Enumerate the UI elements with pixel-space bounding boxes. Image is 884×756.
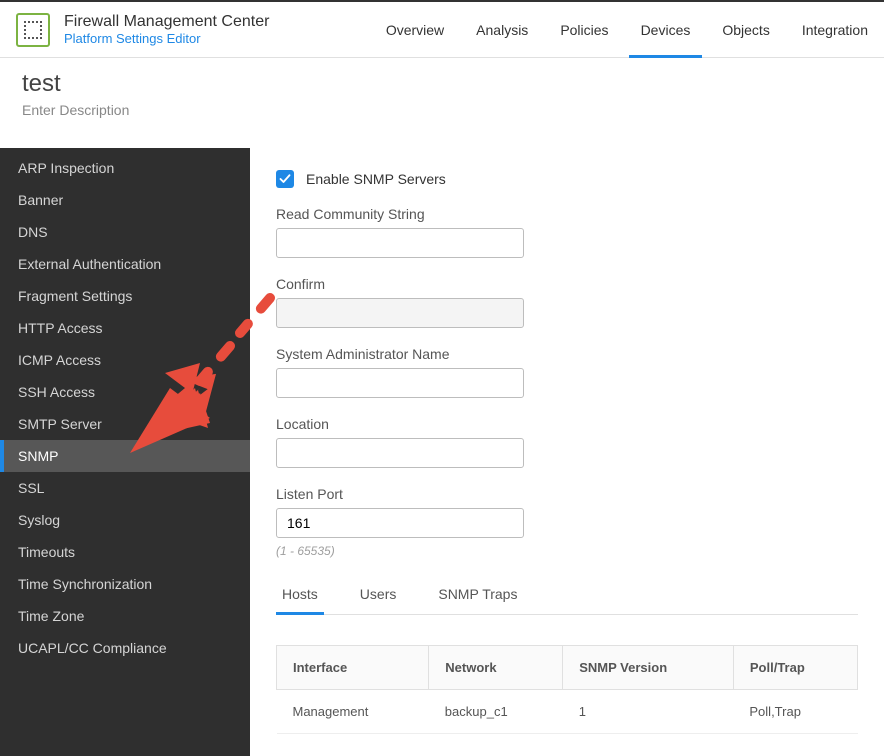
nav-menu: Overview Analysis Policies Devices Objec…	[386, 4, 868, 56]
sidebar-item-external-authentication[interactable]: External Authentication	[0, 248, 250, 280]
enable-snmp-row: Enable SNMP Servers	[276, 170, 858, 188]
sidebar-item-ssl[interactable]: SSL	[0, 472, 250, 504]
page-header: test Enter Description	[0, 58, 884, 148]
tab-users[interactable]: Users	[354, 576, 403, 614]
location-input[interactable]	[276, 438, 524, 468]
sidebar-item-ssh-access[interactable]: SSH Access	[0, 376, 250, 408]
location-label: Location	[276, 416, 858, 432]
app-title-block: Firewall Management Center Platform Sett…	[64, 12, 269, 47]
listen-port-input[interactable]	[276, 508, 524, 538]
nav-integration[interactable]: Integration	[802, 4, 868, 56]
listen-port-label: Listen Port	[276, 486, 858, 502]
read-community-input[interactable]	[276, 228, 524, 258]
enable-snmp-label: Enable SNMP Servers	[306, 171, 446, 187]
hosts-table: Interface Network SNMP Version Poll/Trap…	[276, 645, 858, 734]
sidebar-item-http-access[interactable]: HTTP Access	[0, 312, 250, 344]
sidebar-item-icmp-access[interactable]: ICMP Access	[0, 344, 250, 376]
nav-overview[interactable]: Overview	[386, 4, 444, 56]
sidebar-item-ucapl-cc-compliance[interactable]: UCAPL/CC Compliance	[0, 632, 250, 664]
sidebar-item-fragment-settings[interactable]: Fragment Settings	[0, 280, 250, 312]
sidebar-item-banner[interactable]: Banner	[0, 184, 250, 216]
cell-poll-trap: Poll,Trap	[733, 690, 857, 734]
confirm-label: Confirm	[276, 276, 858, 292]
sidebar: ARP Inspection Banner DNS External Authe…	[0, 148, 250, 756]
sysadmin-input[interactable]	[276, 368, 524, 398]
main-panel: Enable SNMP Servers Read Community Strin…	[250, 148, 884, 756]
sysadmin-label: System Administrator Name	[276, 346, 858, 362]
app-logo-icon	[16, 13, 50, 47]
sidebar-item-snmp[interactable]: SNMP	[0, 440, 250, 472]
content-area: ARP Inspection Banner DNS External Authe…	[0, 148, 884, 756]
table-row[interactable]: Management backup_c1 1 Poll,Trap	[277, 690, 858, 734]
table-header-row: Interface Network SNMP Version Poll/Trap	[277, 646, 858, 690]
nav-devices[interactable]: Devices	[641, 4, 691, 56]
nav-policies[interactable]: Policies	[560, 4, 608, 56]
th-network: Network	[429, 646, 563, 690]
listen-port-hint: (1 - 65535)	[276, 544, 858, 558]
sidebar-item-time-zone[interactable]: Time Zone	[0, 600, 250, 632]
sidebar-item-timeouts[interactable]: Timeouts	[0, 536, 250, 568]
tab-snmp-traps[interactable]: SNMP Traps	[432, 576, 523, 614]
cell-snmp-version: 1	[563, 690, 734, 734]
sidebar-item-time-synchronization[interactable]: Time Synchronization	[0, 568, 250, 600]
sidebar-item-smtp-server[interactable]: SMTP Server	[0, 408, 250, 440]
enable-snmp-checkbox[interactable]	[276, 170, 294, 188]
cell-network: backup_c1	[429, 690, 563, 734]
page-title: test	[22, 70, 862, 98]
cell-interface: Management	[277, 690, 429, 734]
sidebar-item-syslog[interactable]: Syslog	[0, 504, 250, 536]
top-bar: Firewall Management Center Platform Sett…	[0, 0, 884, 58]
confirm-input[interactable]	[276, 298, 524, 328]
tab-hosts[interactable]: Hosts	[276, 576, 324, 615]
page-description[interactable]: Enter Description	[22, 102, 862, 118]
app-title: Firewall Management Center	[64, 12, 269, 31]
checkmark-icon	[279, 173, 291, 185]
snmp-tabs: Hosts Users SNMP Traps	[276, 576, 858, 615]
nav-objects[interactable]: Objects	[722, 4, 769, 56]
app-subtitle[interactable]: Platform Settings Editor	[64, 31, 269, 47]
sidebar-item-arp-inspection[interactable]: ARP Inspection	[0, 148, 250, 184]
nav-analysis[interactable]: Analysis	[476, 4, 528, 56]
sidebar-item-dns[interactable]: DNS	[0, 216, 250, 248]
th-snmp-version: SNMP Version	[563, 646, 734, 690]
th-poll-trap: Poll/Trap	[733, 646, 857, 690]
th-interface: Interface	[277, 646, 429, 690]
read-community-label: Read Community String	[276, 206, 858, 222]
